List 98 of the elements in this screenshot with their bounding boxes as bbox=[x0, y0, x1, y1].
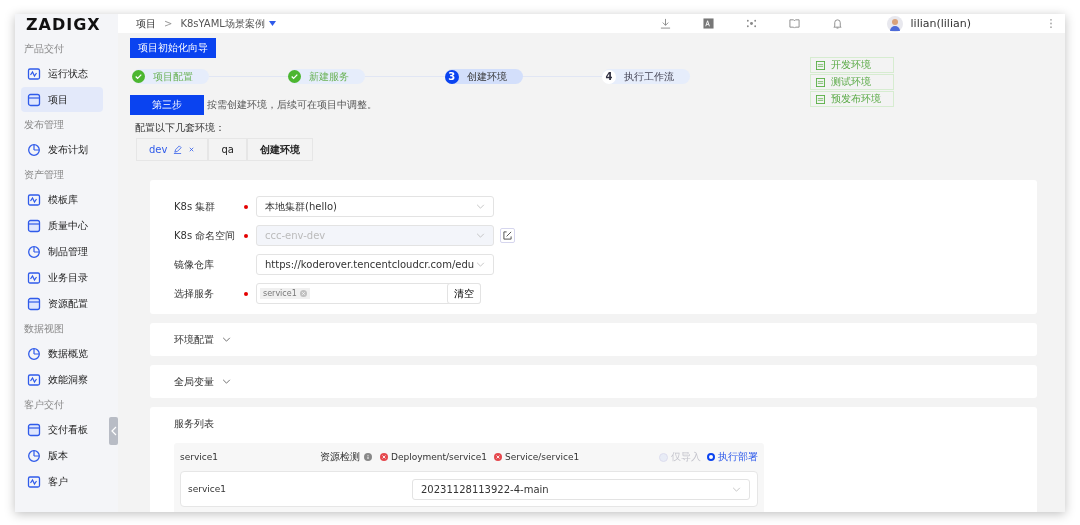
sidebar-item[interactable]: 发布计划 bbox=[21, 137, 103, 162]
chevron-down-icon bbox=[222, 337, 231, 342]
service-tag[interactable]: service1 bbox=[260, 288, 310, 299]
step-badge: 第三步 bbox=[130, 95, 204, 115]
environment-tag: 预发布环境 bbox=[810, 91, 894, 107]
resource-check-label: 资源检测 bbox=[320, 450, 360, 464]
chevron-down-icon bbox=[476, 233, 485, 238]
menu-item-icon bbox=[27, 448, 41, 463]
resource-status: Service/service1 bbox=[494, 452, 580, 462]
translate-icon[interactable] bbox=[702, 18, 714, 29]
resource-status: Deployment/service1 bbox=[380, 452, 488, 462]
step-label: 执行工作流 bbox=[624, 69, 674, 84]
breadcrumb-separator: > bbox=[164, 18, 173, 29]
collapse-handle[interactable] bbox=[109, 417, 118, 445]
environment-tag: 开发环境 bbox=[810, 57, 894, 73]
sidebar-item[interactable]: 质量中心 bbox=[21, 213, 103, 238]
network-icon[interactable] bbox=[745, 18, 757, 29]
sidebar-item[interactable]: 项目 bbox=[21, 87, 103, 112]
step-number: 4 bbox=[602, 69, 616, 84]
edit-icon bbox=[503, 231, 512, 240]
step-hint: 按需创建环境，后续可在项目中调整。 bbox=[207, 98, 377, 112]
step-label: 新建服务 bbox=[309, 69, 350, 84]
service-name: service1 bbox=[180, 452, 219, 462]
chevron-down-icon bbox=[732, 486, 741, 492]
sidebar-item[interactable]: 客户 bbox=[21, 469, 103, 494]
environment-icon bbox=[816, 94, 825, 104]
check-icon bbox=[132, 70, 145, 83]
environment-tab[interactable]: dev bbox=[136, 138, 209, 161]
menu-item-icon bbox=[27, 142, 41, 157]
menu-item-icon bbox=[27, 218, 41, 233]
chevron-left-icon bbox=[110, 426, 117, 436]
menu-item-icon bbox=[27, 474, 41, 489]
select-field[interactable]: 本地集群(hello) bbox=[256, 196, 494, 217]
collapsible-section[interactable]: 全局变量 bbox=[150, 365, 1037, 398]
error-icon bbox=[494, 453, 503, 461]
sidebar-item[interactable]: 运行状态 bbox=[21, 61, 103, 86]
environment-prompt: 配置以下几套环境： bbox=[135, 121, 226, 135]
edit-icon[interactable] bbox=[173, 145, 183, 154]
download-icon[interactable] bbox=[659, 18, 671, 29]
more-icon[interactable] bbox=[1049, 18, 1053, 29]
menu-item-icon bbox=[27, 66, 41, 81]
menu-item-icon bbox=[27, 422, 41, 437]
sidebar-section-title: 数据视图 bbox=[23, 322, 65, 336]
sidebar-item[interactable]: 效能洞察 bbox=[21, 367, 103, 392]
step-number: 3 bbox=[444, 69, 459, 84]
field-label: K8s 集群 bbox=[174, 199, 217, 214]
step-label: 创建环境 bbox=[466, 69, 507, 84]
project-selector[interactable]: K8sYAML场景案例 bbox=[180, 16, 276, 31]
check-icon bbox=[288, 70, 302, 83]
create-environment-tab[interactable]: 创建环境 bbox=[246, 138, 313, 161]
collapsible-section[interactable]: 环境配置 bbox=[150, 323, 1037, 356]
error-icon bbox=[380, 453, 388, 461]
chevron-down-icon bbox=[476, 262, 485, 267]
sidebar-section-title: 产品交付 bbox=[23, 42, 65, 56]
environment-icon bbox=[816, 60, 825, 70]
bell-icon[interactable] bbox=[831, 18, 843, 29]
environment-icon bbox=[816, 77, 825, 87]
clear-button[interactable]: 清空 bbox=[447, 283, 481, 304]
sidebar-item[interactable]: 业务目录 bbox=[21, 265, 103, 290]
breadcrumb-link[interactable]: 项目 bbox=[136, 16, 156, 31]
book-icon[interactable] bbox=[788, 18, 800, 29]
environment-tag: 测试环境 bbox=[810, 74, 894, 90]
close-icon[interactable] bbox=[188, 146, 196, 153]
section-title: 服务列表 bbox=[174, 417, 215, 431]
step-label: 项目配置 bbox=[153, 69, 193, 84]
sidebar-item[interactable]: 模板库 bbox=[21, 187, 103, 212]
service-select-field[interactable]: service1 清空 bbox=[256, 283, 481, 304]
menu-item-icon bbox=[27, 346, 41, 361]
menu-item-icon bbox=[27, 92, 41, 107]
field-label: 镜像仓库 bbox=[174, 257, 215, 272]
logo: ZADIGX bbox=[25, 14, 102, 36]
menu-item-icon bbox=[27, 372, 41, 387]
sidebar-section-title: 发布管理 bbox=[23, 118, 65, 132]
avatar[interactable] bbox=[886, 15, 903, 32]
user-name[interactable]: lilian(lilian) bbox=[910, 17, 971, 30]
field-label: 选择服务 bbox=[174, 286, 215, 301]
sidebar-item[interactable]: 资源配置 bbox=[21, 291, 103, 316]
menu-item-icon bbox=[27, 244, 41, 259]
wizard-title: 项目初始化向导 bbox=[130, 38, 216, 58]
info-icon[interactable] bbox=[364, 453, 372, 461]
caret-icon bbox=[268, 21, 276, 26]
menu-item-icon bbox=[27, 270, 41, 285]
sidebar-item[interactable]: 数据概览 bbox=[21, 341, 103, 366]
environment-tab[interactable]: qa bbox=[208, 138, 247, 161]
select-field[interactable]: https://koderover.tencentcloudcr.com/edu bbox=[256, 254, 494, 275]
version-select[interactable]: 20231128113922-4-main bbox=[412, 478, 750, 500]
service-name: service1 bbox=[188, 484, 227, 494]
menu-item-icon bbox=[27, 296, 41, 311]
field-label: K8s 命名空间 bbox=[174, 228, 237, 243]
sidebar-item[interactable]: 制品管理 bbox=[21, 239, 103, 264]
sidebar-item[interactable]: 版本 bbox=[21, 443, 103, 468]
sidebar-section-title: 客户交付 bbox=[23, 398, 65, 412]
chevron-down-icon bbox=[222, 379, 231, 384]
radio-option[interactable]: 执行部署 bbox=[707, 450, 758, 464]
chevron-down-icon bbox=[476, 204, 485, 209]
sidebar-section-title: 资产管理 bbox=[23, 168, 65, 182]
menu-item-icon bbox=[27, 192, 41, 207]
sidebar-item[interactable]: 交付看板 bbox=[21, 417, 103, 442]
